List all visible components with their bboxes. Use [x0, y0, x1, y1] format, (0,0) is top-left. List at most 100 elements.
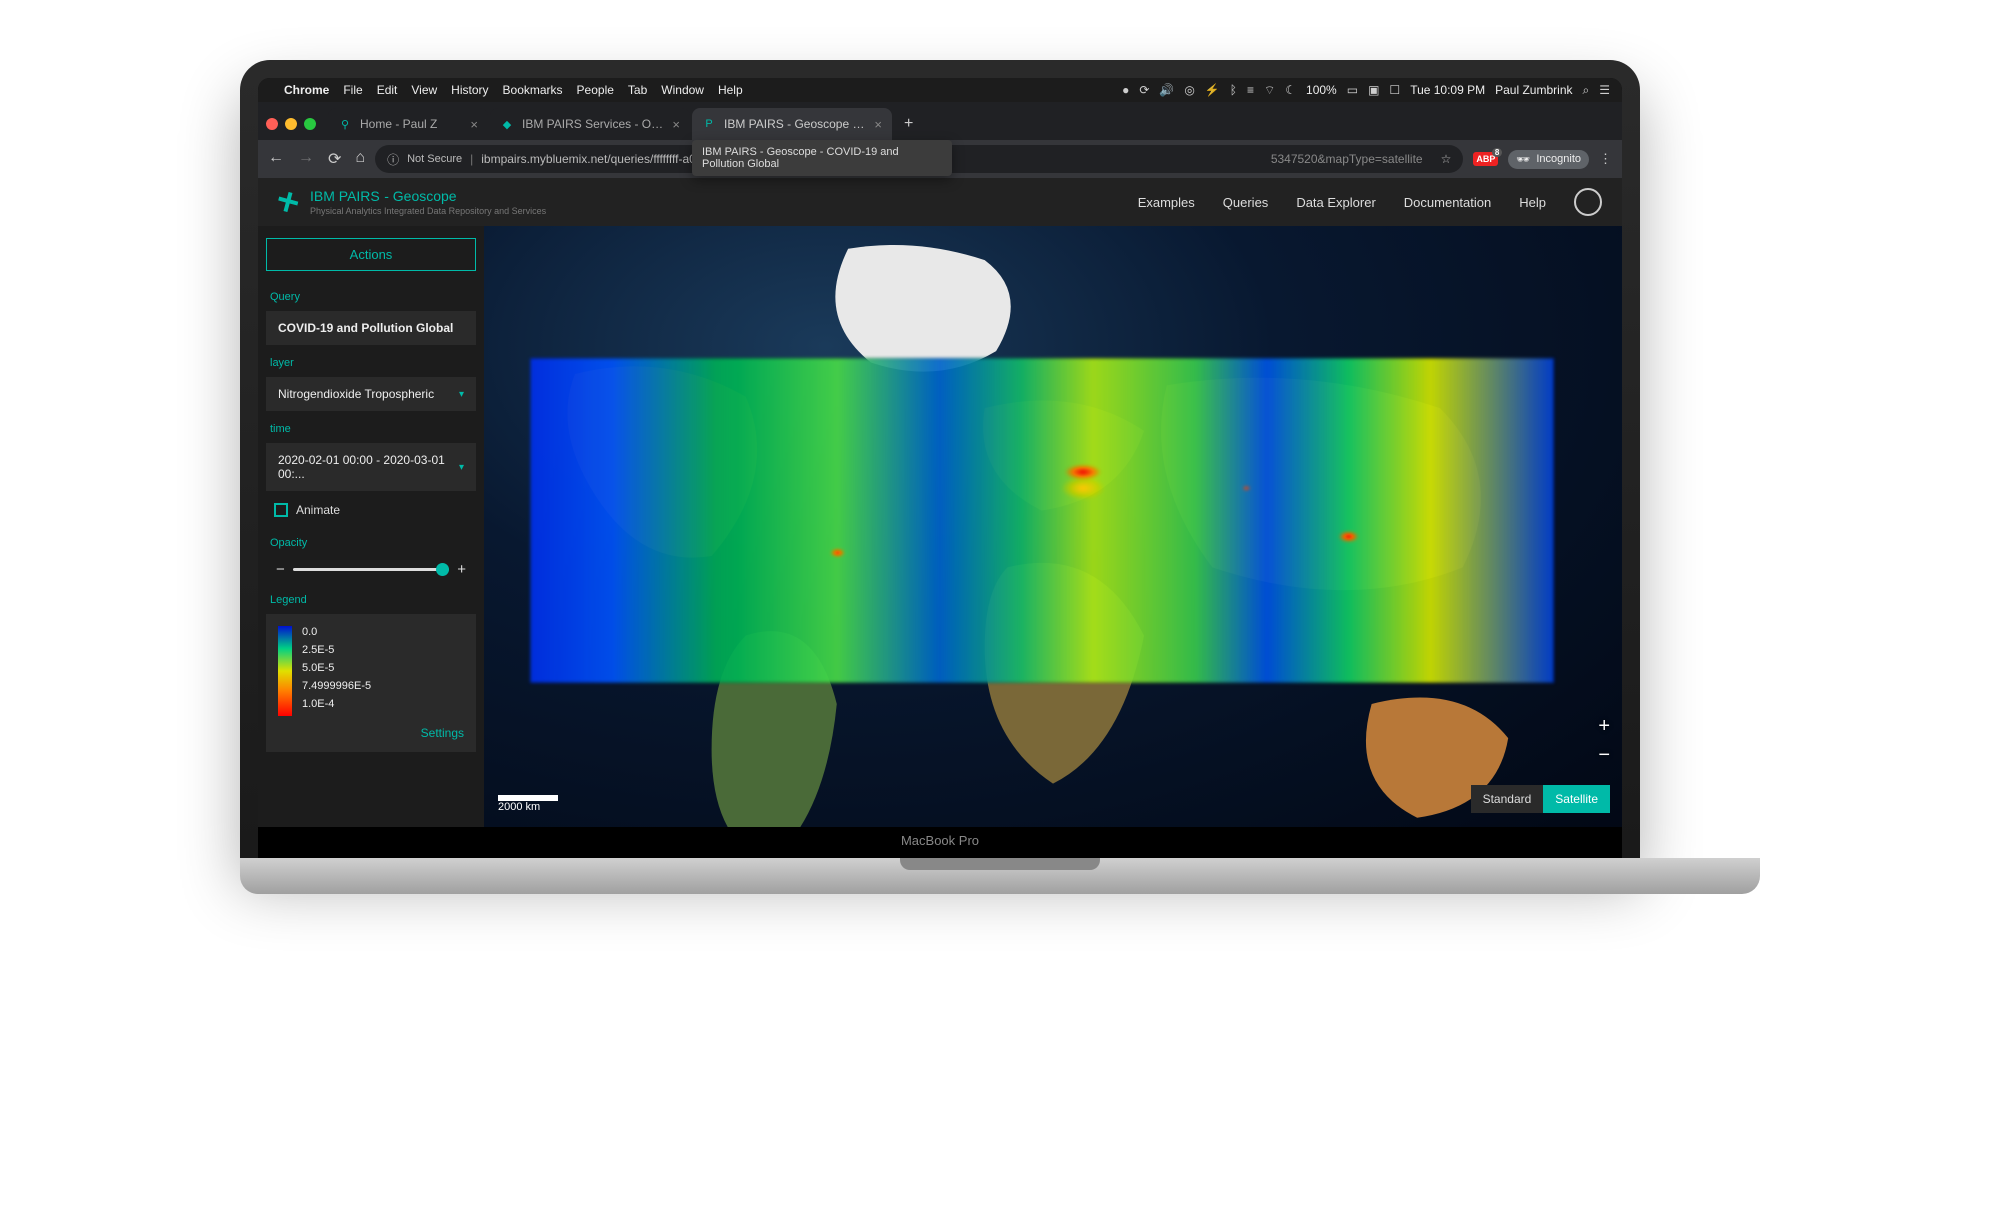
sidebar: Actions Query COVID-19 and Pollution Glo…	[258, 226, 484, 827]
map-scale: 2000 km	[498, 795, 558, 813]
window-maximize-button[interactable]	[304, 118, 316, 130]
layer-dropdown[interactable]: Nitrogendioxide Tropospheric ▾	[266, 377, 476, 411]
incognito-icon: 🕶	[1516, 153, 1530, 166]
bluetooth-icon: ᛒ	[1230, 83, 1237, 97]
incognito-badge[interactable]: 🕶 Incognito	[1508, 150, 1589, 169]
legend-value: 7.4999996E-5	[302, 680, 464, 692]
browser-tab[interactable]: ⚲ Home - Paul Z ×	[328, 108, 488, 140]
opacity-slider[interactable]: − +	[266, 557, 476, 582]
menubar-app[interactable]: Chrome	[284, 83, 329, 97]
url-suffix: 5347520&mapType=satellite	[1271, 152, 1423, 166]
opacity-decrease-button[interactable]: −	[276, 561, 285, 578]
browser-tab[interactable]: ◆ IBM PAIRS Services - Overview ×	[490, 108, 690, 140]
zoom-in-button[interactable]: +	[1598, 715, 1610, 738]
nav-queries[interactable]: Queries	[1223, 195, 1269, 210]
pairs-logo-icon	[276, 190, 300, 214]
opacity-increase-button[interactable]: +	[457, 561, 466, 578]
time-label: time	[262, 415, 480, 439]
checkbox-icon[interactable]	[274, 503, 288, 517]
dnd-icon[interactable]: ☾	[1285, 83, 1296, 97]
layer-value: Nitrogendioxide Tropospheric	[278, 387, 434, 401]
control-center-icon[interactable]: ☰	[1599, 83, 1610, 97]
menu-window[interactable]: Window	[661, 83, 704, 97]
time-dropdown[interactable]: 2020-02-01 00:00 - 2020-03-01 00:... ▾	[266, 443, 476, 491]
wifi-icon[interactable]: ⌔	[1264, 83, 1275, 98]
nav-reload-button[interactable]: ⟳	[328, 149, 341, 169]
tab-close-icon[interactable]: ×	[470, 117, 478, 132]
adblock-count: 8	[1492, 148, 1502, 157]
map-mode-satellite[interactable]: Satellite	[1543, 785, 1610, 813]
zoom-out-button[interactable]: −	[1598, 744, 1610, 767]
chrome-menu-icon[interactable]: ⋮	[1599, 151, 1612, 167]
favicon-icon: ⚲	[338, 117, 352, 131]
time-value: 2020-02-01 00:00 - 2020-03-01 00:...	[278, 453, 459, 481]
actions-button[interactable]: Actions	[266, 238, 476, 271]
menu-tab[interactable]: Tab	[628, 83, 647, 97]
adblock-icon[interactable]: ABP8	[1473, 152, 1498, 166]
battery-percent: 100%	[1306, 83, 1337, 97]
layer-label: layer	[262, 349, 480, 373]
tab-close-icon[interactable]: ×	[672, 117, 680, 132]
legend-label: Legend	[262, 586, 480, 610]
display-icon[interactable]: ☐	[1389, 83, 1400, 97]
nav-forward-button[interactable]: →	[298, 149, 314, 169]
map-viewport[interactable]: 2000 km + − Standard Satellite	[484, 226, 1622, 827]
menu-file[interactable]: File	[343, 83, 362, 97]
menubar-user[interactable]: Paul Zumbrink	[1495, 83, 1572, 97]
menu-history[interactable]: History	[451, 83, 488, 97]
slider-thumb[interactable]	[436, 563, 449, 576]
volume-icon[interactable]: 🔊	[1159, 83, 1174, 97]
nav-help[interactable]: Help	[1519, 195, 1546, 210]
menu-people[interactable]: People	[577, 83, 614, 97]
menu-edit[interactable]: Edit	[377, 83, 398, 97]
browser-tab-active[interactable]: P IBM PAIRS - Geoscope - COVID × IBM PAI…	[692, 108, 892, 140]
status-dot-icon: ●	[1122, 83, 1129, 97]
window-close-button[interactable]	[266, 118, 278, 130]
window-controls	[266, 118, 316, 130]
tab-title: IBM PAIRS - Geoscope - COVID	[724, 117, 866, 131]
brand-name: IBM PAIRS	[310, 188, 380, 204]
window-minimize-button[interactable]	[285, 118, 297, 130]
animate-label: Animate	[296, 503, 340, 517]
scale-label: 2000 km	[498, 801, 540, 813]
slider-track[interactable]	[293, 568, 449, 571]
screen-icon[interactable]: ▣	[1368, 83, 1379, 97]
legend-value: 5.0E-5	[302, 662, 464, 674]
map-mode-toggle: Standard Satellite	[1471, 785, 1610, 813]
data-overlay-layer	[530, 358, 1554, 683]
tab-close-icon[interactable]: ×	[874, 117, 882, 132]
legend-value: 1.0E-4	[302, 698, 464, 710]
macos-menubar: Chrome File Edit View History Bookmarks …	[258, 78, 1622, 102]
nav-back-button[interactable]: ←	[268, 149, 284, 169]
bookmark-star-icon[interactable]: ☆	[1441, 152, 1452, 166]
map-mode-standard[interactable]: Standard	[1471, 785, 1544, 813]
nav-examples[interactable]: Examples	[1138, 195, 1195, 210]
nav-home-button[interactable]: ⌂	[355, 149, 365, 169]
security-badge: Not Secure	[407, 153, 462, 165]
nav-documentation[interactable]: Documentation	[1404, 195, 1491, 210]
new-tab-button[interactable]: +	[894, 115, 923, 133]
product-name: - Geoscope	[384, 188, 456, 204]
profile-button[interactable]	[1574, 188, 1602, 216]
spotlight-icon[interactable]: ⌕	[1583, 83, 1590, 98]
query-value-panel[interactable]: COVID-19 and Pollution Global	[266, 311, 476, 345]
location-icon: ◎	[1184, 83, 1194, 97]
tab-title: Home - Paul Z	[360, 117, 462, 131]
favicon-icon: P	[702, 117, 716, 131]
menu-bookmarks[interactable]: Bookmarks	[503, 83, 563, 97]
tagline: Physical Analytics Integrated Data Repos…	[310, 206, 546, 216]
animate-checkbox-row[interactable]: Animate	[266, 495, 476, 525]
legend-settings-link[interactable]: Settings	[278, 716, 464, 740]
legend-value: 0.0	[302, 626, 464, 638]
laptop-base	[240, 858, 1760, 894]
menu-view[interactable]: View	[411, 83, 437, 97]
zoom-controls: + −	[1598, 715, 1610, 767]
menu-help[interactable]: Help	[718, 83, 743, 97]
laptop-brand-label: MacBook Pro	[258, 827, 1622, 858]
nav-data-explorer[interactable]: Data Explorer	[1296, 195, 1375, 210]
menubar-clock[interactable]: Tue 10:09 PM	[1410, 83, 1485, 97]
favicon-icon: ◆	[500, 117, 514, 131]
sync-icon: ⟳	[1139, 83, 1149, 97]
info-icon[interactable]: ⓘ	[387, 151, 399, 168]
tab-tooltip: IBM PAIRS - Geoscope - COVID-19 and Poll…	[692, 140, 952, 176]
